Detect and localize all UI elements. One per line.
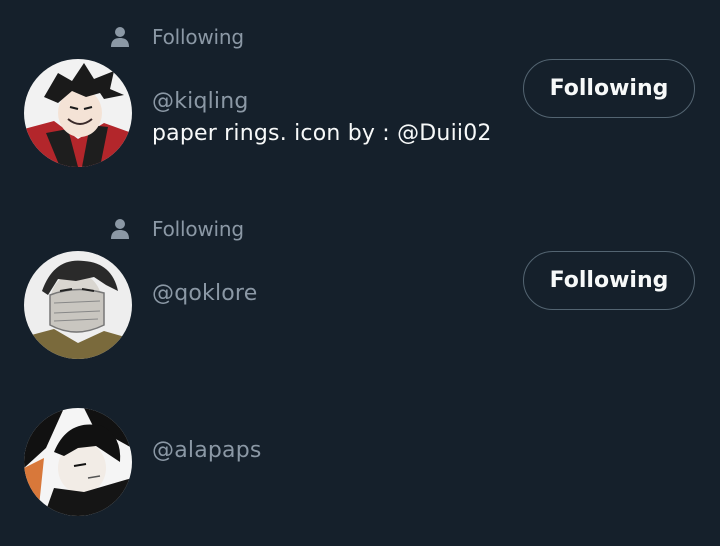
social-context: Following <box>108 24 244 50</box>
person-icon <box>111 27 129 47</box>
avatar[interactable] <box>24 251 132 359</box>
context-label: Following <box>152 217 244 241</box>
social-context: Following <box>108 216 244 242</box>
user-cell-alapaps[interactable]: @alapaps <box>0 384 720 546</box>
following-button[interactable]: Following <box>523 251 695 310</box>
context-label: Following <box>152 25 244 49</box>
following-list: Following @kiqling paper rings. icon by … <box>0 0 720 546</box>
user-cell-kiqling[interactable]: Following @kiqling paper rings. icon by … <box>0 0 720 192</box>
user-cell-qoklore[interactable]: Following @qoklore Following <box>0 192 720 384</box>
following-button[interactable]: Following <box>523 59 695 118</box>
user-handle[interactable]: @qoklore <box>152 281 257 306</box>
avatar[interactable] <box>24 59 132 167</box>
user-bio: paper rings. icon by : @Duii02 <box>152 121 492 146</box>
user-handle[interactable]: @kiqling <box>152 89 249 114</box>
avatar[interactable] <box>24 408 132 516</box>
person-icon <box>111 219 129 239</box>
user-handle[interactable]: @alapaps <box>152 438 262 463</box>
